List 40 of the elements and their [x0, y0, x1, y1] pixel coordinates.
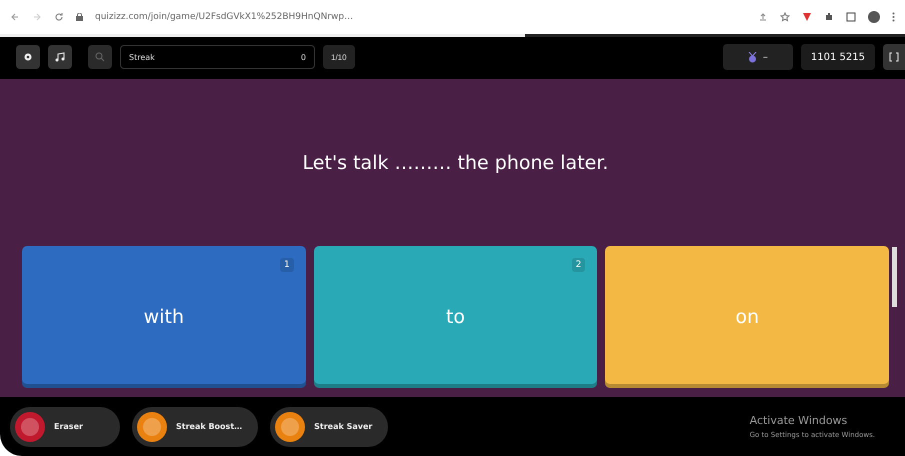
rank-text: – [762, 52, 768, 62]
search-icon [95, 52, 105, 62]
question-counter[interactable]: 1/10 [323, 45, 355, 69]
score-text: 1101 5215 [800, 44, 875, 70]
menu-icon[interactable] [892, 12, 895, 22]
answer-text: on [735, 306, 760, 328]
question-text: Let's talk ……… the phone later. [302, 152, 608, 174]
settings-icon [23, 52, 33, 62]
powerup-icon [14, 410, 46, 442]
powerup-button[interactable]: Streak Saver [270, 406, 388, 446]
answer-option[interactable]: to 2 [314, 246, 598, 388]
powerup-button[interactable]: Eraser [10, 406, 120, 446]
powerup-button[interactable]: Streak Boost… [132, 406, 258, 446]
answer-text: to [446, 306, 466, 328]
star-icon[interactable] [780, 12, 790, 22]
streak-count: 0 [300, 52, 306, 62]
option-number: 1 [280, 258, 294, 272]
reload-icon[interactable] [54, 12, 64, 22]
back-icon[interactable] [10, 12, 20, 22]
sidebar-icon[interactable] [846, 12, 856, 22]
fullscreen-icon [889, 52, 899, 62]
option-number: 2 [572, 258, 586, 272]
lock-icon [76, 13, 83, 21]
zoom-button[interactable] [88, 45, 112, 69]
streak-label: Streak [129, 52, 155, 62]
answer-option[interactable]: with 1 [22, 246, 306, 388]
profile-icon[interactable] [868, 11, 880, 23]
scrollbar[interactable] [892, 247, 897, 307]
powerup-icon [136, 410, 168, 442]
settings-button[interactable] [16, 45, 40, 69]
powerup-icon [274, 410, 306, 442]
extension-icon[interactable] [802, 12, 812, 22]
fullscreen-button[interactable] [883, 44, 905, 70]
activation-title: Activate Windows [750, 414, 848, 427]
url-text[interactable]: quizizz.com/join/game/U2FsdGVkX1%252BH9HnQNrwp… [95, 12, 746, 22]
answer-text: with [144, 306, 184, 328]
medal-icon [748, 52, 757, 62]
music-icon [55, 52, 65, 62]
music-button[interactable] [48, 45, 72, 69]
share-icon[interactable] [758, 12, 768, 22]
